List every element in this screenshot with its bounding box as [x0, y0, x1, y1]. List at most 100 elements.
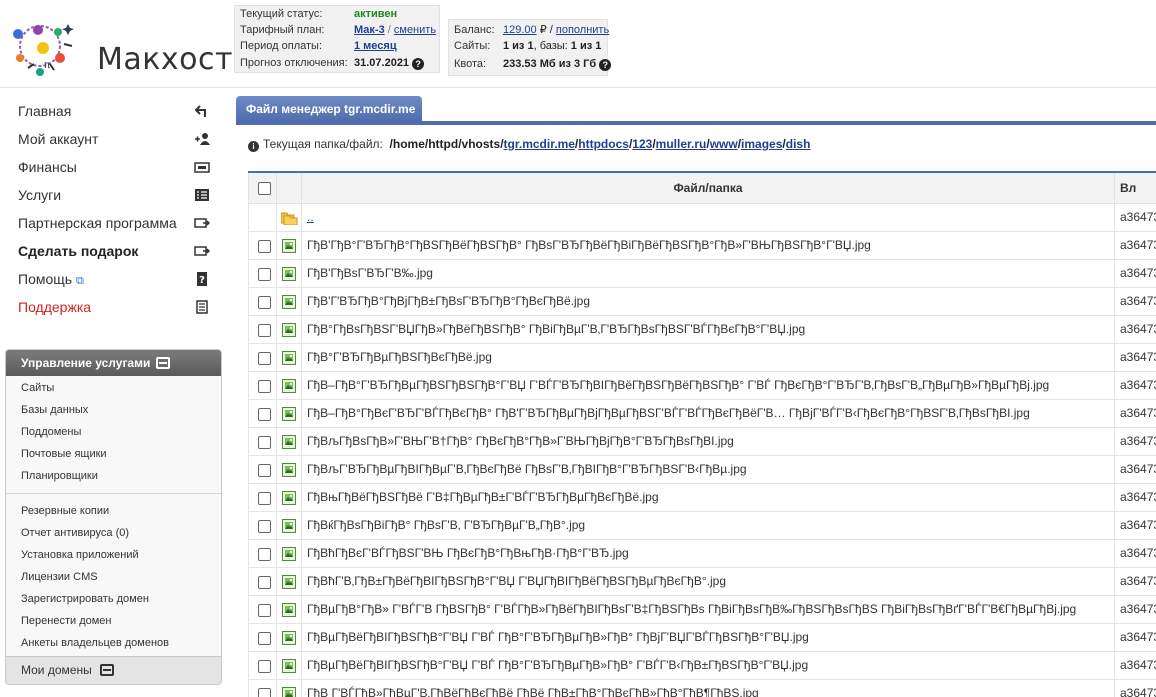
table-row[interactable]: ГђВµГђВёГђВІГђВЅГђВ°Г'ВЏ Г'ВЃ ГђВ°Г'ВЂГђ…	[248, 624, 1156, 652]
row-checkbox[interactable]	[258, 604, 271, 617]
file-name[interactable]: ГђВ–ГђВ°Г'ВЂГђВµГђВЅГђВЅГђВ°Г'ВЏ Г'ВЃГ'В…	[302, 372, 1115, 399]
help-icon[interactable]: ?	[599, 59, 612, 71]
table-row[interactable]: ГђВµГђВёГђВІГђВЅГђВ°Г'ВЏ Г'ВЃ ГђВ°Г'ВЂГђ…	[248, 652, 1156, 680]
file-name[interactable]: ГђВ'ГђВѕГ'ВЂГ'В‰.jpg	[302, 260, 1115, 287]
select-all-checkbox[interactable]	[258, 182, 271, 195]
period-link[interactable]: 1 месяц	[354, 40, 397, 52]
period-label: Период оплаты:	[240, 40, 323, 52]
services-item-mailboxes[interactable]: Почтовые ящики	[21, 445, 107, 463]
row-checkbox[interactable]	[258, 436, 271, 449]
db-label: , базы:	[533, 40, 571, 52]
menu-item-finance[interactable]: Финансы	[18, 153, 214, 181]
table-row[interactable]: ГђВњГђВёГђВЅГђВё Г'В‡ГђВµГђВ±Г'ВЃГ'ВЂГђВ…	[248, 484, 1156, 512]
logo[interactable]: π Макхост	[10, 10, 232, 82]
balance-link[interactable]: 129.00	[503, 24, 537, 36]
row-checkbox[interactable]	[258, 576, 271, 589]
file-name[interactable]: ГђВ°Г'ВЂГђВµГђВЅГђВєГђВё.jpg	[302, 344, 1115, 371]
row-checkbox[interactable]	[258, 492, 271, 505]
svg-text:π: π	[44, 60, 50, 71]
row-checkbox[interactable]	[258, 296, 271, 309]
menu-item-home[interactable]: Главная	[18, 97, 214, 125]
file-name[interactable]: ГђВ–ГђВ°ГђВєГ'ВЂГ'ВЃГђВєГђВ° ГђВ'Г'ВЂГђВ…	[302, 400, 1115, 427]
image-file-icon	[282, 463, 296, 477]
row-checkbox[interactable]	[258, 324, 271, 337]
row-checkbox[interactable]	[258, 240, 271, 253]
file-name[interactable]: ГђВ'Г'ВЂГђВ°ГђВјГђВ±ГђВѕГ'ВЂГђВ°ГђВєГђВё…	[302, 288, 1115, 315]
file-name[interactable]: ГђВµГђВёГђВІГђВЅГђВ°Г'ВЏ Г'ВЃ ГђВ°Г'ВЂГђ…	[302, 652, 1115, 679]
services-item-backups[interactable]: Резервные копии	[21, 502, 109, 520]
table-row[interactable]: ГђВµГђВ°ГђВ» Г'ВЃГ'В ГђВЅГђВ° Г'ВЃГђВ»Гђ…	[248, 596, 1156, 624]
table-row[interactable]: ГђВ'ГђВ°Г'ВЂГђВ°ГђВЅГђВёГђВЅГђВ° ГђВѕГ'В…	[248, 232, 1156, 260]
row-checkbox[interactable]	[258, 548, 271, 561]
row-checkbox[interactable]	[258, 352, 271, 365]
partner-icon	[194, 218, 210, 228]
menu-item-partner[interactable]: Партнерская программа	[18, 209, 214, 237]
services-item-app-install[interactable]: Установка приложений	[21, 546, 139, 564]
breadcrumb-link[interactable]: tgr.mcdir.me	[504, 137, 575, 151]
menu-item-services[interactable]: Услуги	[18, 181, 214, 209]
help-icon[interactable]: ?	[412, 58, 425, 70]
services-item-sites[interactable]: Сайты	[21, 379, 54, 397]
services-item-schedulers[interactable]: Планировщики	[21, 467, 98, 485]
menu-item-support[interactable]: Поддержка	[18, 293, 214, 321]
filemanager-tab[interactable]: Файл менеджер tgr.mcdir.me	[236, 96, 422, 122]
file-name[interactable]: ГђВµГђВёГђВІГђВЅГђВ°Г'ВЏ Г'ВЃ ГђВ°Г'ВЂГђ…	[302, 624, 1115, 651]
table-row[interactable]: ГђВљГђВѕГђВ»Г'ВЊГ'В†ГђВ° ГђВєГђВ°ГђВ»Г'В…	[248, 428, 1156, 456]
table-row[interactable]: ГђВ'ГђВѕГ'ВЂГ'В‰.jpg a36473	[248, 260, 1156, 288]
breadcrumb-link[interactable]: dish	[786, 137, 811, 151]
row-checkbox[interactable]	[258, 408, 271, 421]
table-row[interactable]: ГђВљГ'ВЂГђВµГђВІГђВµГ'В‚ГђВєГђВё ГђВѕГ'В…	[248, 456, 1156, 484]
table-row[interactable]: ГђВ–ГђВ°ГђВєГ'ВЂГ'ВЃГђВєГђВ° ГђВ'Г'ВЂГђВ…	[248, 400, 1156, 428]
menu-item-gift[interactable]: Сделать подарок	[18, 237, 214, 265]
breadcrumb-link[interactable]: httpdocs	[578, 137, 629, 151]
table-row[interactable]: ГђВ°ГђВѕГђВЅГ'ВЏГђВ»ГђВёГђВЅГђВ° ГђВіГђВ…	[248, 316, 1156, 344]
file-name[interactable]: ГђВћГ'В‚ГђВ±ГђВёГђВІГђВЅГђВ°Г'ВЏ Г'ВЏГђВ…	[302, 568, 1115, 595]
table-row[interactable]: ГђВ Г'ВЃГђВ»ГђВµГ'В‚ГђВёГђВєГђВё ГђВё Гђ…	[248, 680, 1156, 697]
menu-item-help[interactable]: Помощь ⧉ ?	[18, 265, 214, 293]
row-checkbox[interactable]	[258, 688, 271, 697]
plan-link[interactable]: Мак-3	[354, 24, 385, 36]
table-row[interactable]: ГђВћГ'В‚ГђВ±ГђВёГђВІГђВЅГђВ°Г'ВЏ Г'ВЏГђВ…	[248, 568, 1156, 596]
change-plan-link[interactable]: сменить	[394, 24, 436, 36]
row-checkbox[interactable]	[258, 380, 271, 393]
owner-cell: a36473	[1120, 406, 1156, 420]
services-item-domain-owners[interactable]: Анкеты владельцев доменов	[21, 634, 169, 652]
file-name[interactable]: ГђВ'ГђВ°Г'ВЂГђВ°ГђВЅГђВёГђВЅГђВ° ГђВѕГ'В…	[302, 232, 1115, 259]
parent-folder-link[interactable]: ..	[307, 210, 314, 224]
services-item-cms-licenses[interactable]: Лицензии CMS	[21, 568, 98, 586]
row-checkbox[interactable]	[258, 464, 271, 477]
table-row[interactable]: ГђВ–ГђВ°Г'ВЂГђВµГђВЅГђВЅГђВ°Г'ВЏ Г'ВЃГ'В…	[248, 372, 1156, 400]
file-name[interactable]: ГђВ Г'ВЃГђВ»ГђВµГ'В‚ГђВёГђВєГђВё ГђВё Гђ…	[302, 680, 1115, 697]
file-name[interactable]: ГђВљГ'ВЂГђВµГђВІГђВµГ'В‚ГђВєГђВё ГђВѕГ'В…	[302, 456, 1115, 483]
breadcrumb-link[interactable]: muller.ru	[656, 137, 707, 151]
table-row-parent[interactable]: .. a36473	[248, 204, 1156, 232]
breadcrumb-link[interactable]: images	[741, 137, 782, 151]
file-name[interactable]: ГђВљГђВѕГђВ»Г'ВЊГ'В†ГђВ° ГђВєГђВ°ГђВ»Г'В…	[302, 428, 1115, 455]
file-name[interactable]: ГђВњГђВёГђВЅГђВё Г'В‡ГђВµГђВ±Г'ВЃГ'ВЂГђВ…	[302, 484, 1115, 511]
services-item-register-domain[interactable]: Зарегистрировать домен	[21, 590, 149, 608]
file-name[interactable]: ГђВ°ГђВѕГђВЅГ'ВЏГђВ»ГђВёГђВЅГђВ° ГђВіГђВ…	[302, 316, 1115, 343]
breadcrumb-link[interactable]: www	[710, 137, 738, 151]
services-panel-header[interactable]: Управление услугами	[6, 350, 221, 376]
row-checkbox[interactable]	[258, 268, 271, 281]
my-domains-button[interactable]: Мои домены	[6, 656, 221, 684]
services-item-subdomains[interactable]: Поддомены	[21, 423, 81, 441]
row-checkbox[interactable]	[258, 632, 271, 645]
services-item-antivirus[interactable]: Отчет антивируса (0)	[21, 524, 129, 542]
table-row[interactable]: ГђВ°Г'ВЂГђВµГђВЅГђВєГђВё.jpg a36473	[248, 344, 1156, 372]
topup-link[interactable]: пополнить	[556, 24, 609, 36]
row-checkbox[interactable]	[258, 520, 271, 533]
table-row[interactable]: ГђВћГђВєГ'ВЃГђВЅГ'ВЊ ГђВєГђВ°ГђВњГђВ·ГђВ…	[248, 540, 1156, 568]
breadcrumb-link[interactable]: 123	[632, 137, 652, 151]
file-name[interactable]: ГђВћГђВєГ'ВЃГђВЅГ'ВЊ ГђВєГђВ°ГђВњГђВ·ГђВ…	[302, 540, 1115, 567]
menu-item-account[interactable]: Мой аккаунт	[18, 125, 214, 153]
file-name[interactable]: ГђВµГђВ°ГђВ» Г'ВЃГ'В ГђВЅГђВ° Г'ВЃГђВ»Гђ…	[302, 596, 1115, 623]
table-row[interactable]: ГђВ'Г'ВЂГђВ°ГђВјГђВ±ГђВѕГ'ВЂГђВ°ГђВєГђВё…	[248, 288, 1156, 316]
column-header-owner[interactable]: Вл	[1116, 173, 1156, 203]
file-name[interactable]: ГђВќГђВѕГђВіГђВ° ГђВѕГ'В‚ Г'ВЂГђВµГ'В„Гђ…	[302, 512, 1115, 539]
column-header-name[interactable]: Файл/папка	[302, 173, 1115, 203]
table-row[interactable]: ГђВќГђВѕГђВіГђВ° ГђВѕГ'В‚ Г'ВЂГђВµГ'В„Гђ…	[248, 512, 1156, 540]
services-item-transfer-domain[interactable]: Перенести домен	[21, 612, 111, 630]
row-checkbox[interactable]	[258, 660, 271, 673]
services-item-databases[interactable]: Базы данных	[21, 401, 88, 419]
